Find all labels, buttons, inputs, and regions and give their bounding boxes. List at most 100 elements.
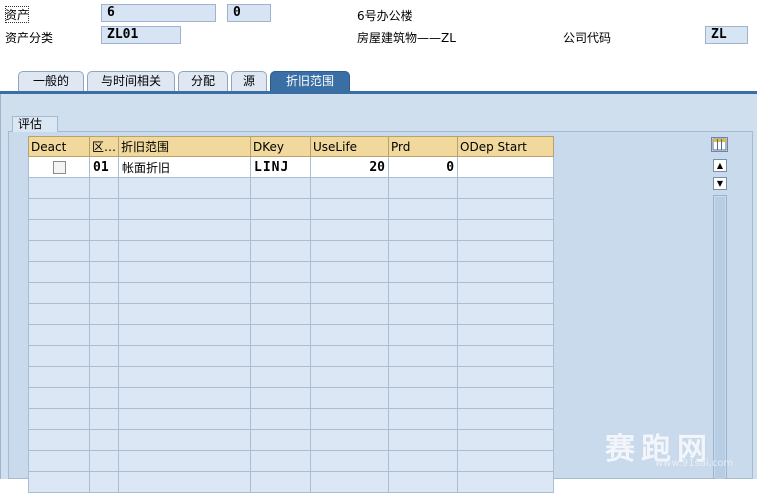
empty-cell[interactable] bbox=[388, 429, 459, 451]
table-row-empty[interactable] bbox=[28, 219, 555, 241]
empty-cell[interactable] bbox=[250, 198, 312, 220]
empty-cell[interactable] bbox=[28, 261, 90, 283]
empty-cell[interactable] bbox=[388, 282, 459, 304]
empty-cell[interactable] bbox=[88, 471, 120, 493]
empty-cell[interactable] bbox=[250, 471, 312, 493]
empty-cell[interactable] bbox=[88, 303, 120, 325]
empty-cell[interactable] bbox=[310, 240, 390, 262]
empty-cell[interactable] bbox=[118, 366, 252, 388]
column-header-odep-start[interactable]: ODep Start bbox=[457, 136, 555, 157]
table-row-empty[interactable] bbox=[28, 324, 555, 346]
table-row[interactable]: 01 帐面折旧 LINJ 20 0 bbox=[28, 156, 555, 178]
empty-cell[interactable] bbox=[250, 366, 312, 388]
empty-cell[interactable] bbox=[28, 450, 90, 472]
empty-cell[interactable] bbox=[28, 219, 90, 241]
asset-number-field[interactable]: 6 bbox=[101, 4, 216, 22]
empty-cell[interactable] bbox=[118, 282, 252, 304]
empty-cell[interactable] bbox=[250, 450, 312, 472]
column-header-uselife[interactable]: UseLife bbox=[310, 136, 390, 157]
empty-cell[interactable] bbox=[250, 387, 312, 409]
table-row-empty[interactable] bbox=[28, 282, 555, 304]
deact-cell[interactable] bbox=[28, 156, 90, 178]
column-header-depreciation-area[interactable]: 折旧范围 bbox=[118, 136, 252, 157]
empty-cell[interactable] bbox=[310, 324, 390, 346]
empty-cell[interactable] bbox=[88, 198, 120, 220]
empty-cell[interactable] bbox=[118, 387, 252, 409]
empty-cell[interactable] bbox=[310, 429, 390, 451]
table-row-empty[interactable] bbox=[28, 366, 555, 388]
empty-cell[interactable] bbox=[118, 261, 252, 283]
empty-cell[interactable] bbox=[310, 450, 390, 472]
scroll-up-button[interactable]: ▲ bbox=[713, 159, 727, 172]
empty-cell[interactable] bbox=[118, 303, 252, 325]
empty-cell[interactable] bbox=[388, 450, 459, 472]
table-settings-icon[interactable] bbox=[711, 137, 728, 152]
empty-cell[interactable] bbox=[457, 450, 555, 472]
table-row-empty[interactable] bbox=[28, 177, 555, 199]
empty-cell[interactable] bbox=[388, 366, 459, 388]
empty-cell[interactable] bbox=[457, 345, 555, 367]
empty-cell[interactable] bbox=[118, 219, 252, 241]
uselife-cell[interactable]: 20 bbox=[310, 156, 390, 178]
empty-cell[interactable] bbox=[457, 303, 555, 325]
empty-cell[interactable] bbox=[388, 240, 459, 262]
table-row-empty[interactable] bbox=[28, 198, 555, 220]
empty-cell[interactable] bbox=[28, 282, 90, 304]
empty-cell[interactable] bbox=[310, 282, 390, 304]
table-row-empty[interactable] bbox=[28, 303, 555, 325]
empty-cell[interactable] bbox=[118, 324, 252, 346]
empty-cell[interactable] bbox=[118, 408, 252, 430]
empty-cell[interactable] bbox=[28, 198, 90, 220]
empty-cell[interactable] bbox=[310, 261, 390, 283]
column-header-prd[interactable]: Prd bbox=[388, 136, 459, 157]
empty-cell[interactable] bbox=[28, 303, 90, 325]
empty-cell[interactable] bbox=[388, 408, 459, 430]
table-row-empty[interactable] bbox=[28, 345, 555, 367]
empty-cell[interactable] bbox=[388, 198, 459, 220]
empty-cell[interactable] bbox=[88, 450, 120, 472]
empty-cell[interactable] bbox=[457, 219, 555, 241]
empty-cell[interactable] bbox=[310, 345, 390, 367]
empty-cell[interactable] bbox=[88, 345, 120, 367]
empty-cell[interactable] bbox=[457, 282, 555, 304]
empty-cell[interactable] bbox=[28, 324, 90, 346]
empty-cell[interactable] bbox=[88, 387, 120, 409]
empty-cell[interactable] bbox=[310, 219, 390, 241]
empty-cell[interactable] bbox=[28, 408, 90, 430]
empty-cell[interactable] bbox=[250, 324, 312, 346]
empty-cell[interactable] bbox=[250, 219, 312, 241]
empty-cell[interactable] bbox=[28, 471, 90, 493]
empty-cell[interactable] bbox=[250, 408, 312, 430]
empty-cell[interactable] bbox=[310, 177, 390, 199]
empty-cell[interactable] bbox=[250, 240, 312, 262]
empty-cell[interactable] bbox=[388, 345, 459, 367]
empty-cell[interactable] bbox=[250, 345, 312, 367]
odep-start-cell[interactable] bbox=[457, 156, 555, 178]
empty-cell[interactable] bbox=[88, 177, 120, 199]
empty-cell[interactable] bbox=[310, 471, 390, 493]
empty-cell[interactable] bbox=[310, 366, 390, 388]
empty-cell[interactable] bbox=[250, 282, 312, 304]
empty-cell[interactable] bbox=[250, 303, 312, 325]
empty-cell[interactable] bbox=[118, 450, 252, 472]
empty-cell[interactable] bbox=[388, 177, 459, 199]
empty-cell[interactable] bbox=[457, 366, 555, 388]
empty-cell[interactable] bbox=[118, 345, 252, 367]
table-row-empty[interactable] bbox=[28, 240, 555, 262]
prd-cell[interactable]: 0 bbox=[388, 156, 459, 178]
empty-cell[interactable] bbox=[310, 303, 390, 325]
empty-cell[interactable] bbox=[388, 303, 459, 325]
vertical-scrollbar-thumb[interactable] bbox=[715, 197, 725, 479]
empty-cell[interactable] bbox=[250, 261, 312, 283]
empty-cell[interactable] bbox=[388, 471, 459, 493]
table-row-empty[interactable] bbox=[28, 387, 555, 409]
empty-cell[interactable] bbox=[388, 324, 459, 346]
empty-cell[interactable] bbox=[310, 387, 390, 409]
empty-cell[interactable] bbox=[388, 219, 459, 241]
empty-cell[interactable] bbox=[457, 408, 555, 430]
empty-cell[interactable] bbox=[310, 198, 390, 220]
tab-time-dependent[interactable]: 与时间相关 bbox=[87, 71, 175, 91]
table-row-empty[interactable] bbox=[28, 408, 555, 430]
empty-cell[interactable] bbox=[118, 177, 252, 199]
empty-cell[interactable] bbox=[28, 366, 90, 388]
